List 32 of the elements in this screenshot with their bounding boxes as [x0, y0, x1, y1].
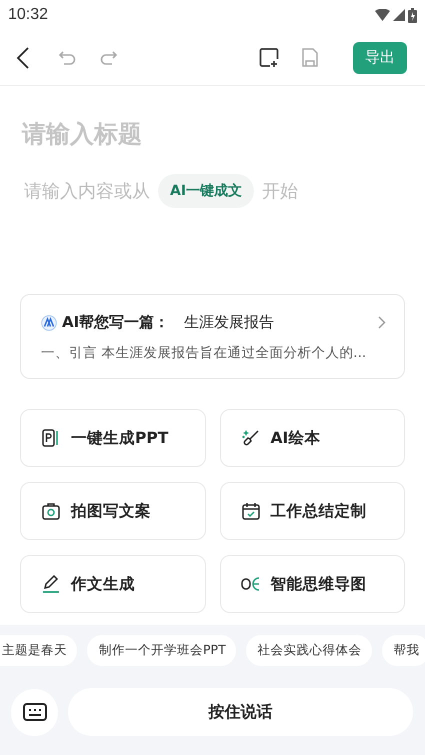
tool-button[interactable]: 拍图写文案: [20, 482, 206, 540]
hold-to-talk-button[interactable]: 按住说话: [68, 688, 413, 736]
pen-icon: [41, 574, 61, 594]
tool-button[interactable]: 工作总结定制: [220, 482, 405, 540]
keyboard-icon: [22, 703, 46, 721]
tool-button[interactable]: AI绘本: [220, 409, 405, 467]
ai-card-title: AI帮您写一篇：: [62, 313, 170, 332]
brush-icon: [240, 428, 260, 448]
back-button[interactable]: [16, 46, 30, 68]
suggestion-chip[interactable]: 社会实践心得体会: [246, 635, 372, 666]
keyboard-button[interactable]: [11, 688, 58, 736]
suggestion-chip[interactable]: 帮我: [382, 635, 425, 666]
ai-logo-icon: [41, 314, 57, 330]
tool-button[interactable]: 智能思维导图: [220, 555, 405, 613]
camera-icon: [41, 501, 61, 521]
wifi-icon: [375, 9, 390, 21]
ai-write-chip[interactable]: AI一键成文: [158, 174, 254, 208]
chevron-right-icon: [378, 316, 386, 329]
signal-icon: [393, 9, 405, 21]
status-time: 10:32: [8, 6, 48, 24]
ai-card-preview: 一、引言 本生涯发展报告旨在通过全面分析个人的...: [41, 344, 368, 362]
ppt-icon: [41, 428, 61, 448]
battery-icon: [408, 8, 417, 22]
suggestion-chip[interactable]: 制作一个开学班会PPT: [87, 635, 236, 666]
content-placeholder-suffix: 开始: [262, 180, 298, 203]
calendar-icon: [240, 501, 260, 521]
tool-button[interactable]: 一键生成PPT: [20, 409, 206, 467]
add-page-button[interactable]: [259, 48, 279, 68]
ai-suggestion-card[interactable]: AI帮您写一篇： 生涯发展报告 一、引言 本生涯发展报告旨在通过全面分析个人的...: [20, 294, 405, 379]
tool-button[interactable]: 作文生成: [20, 555, 206, 613]
suggestion-chip[interactable]: 主题是春天: [0, 635, 77, 666]
ai-card-topic: 生涯发展报告: [184, 313, 276, 332]
